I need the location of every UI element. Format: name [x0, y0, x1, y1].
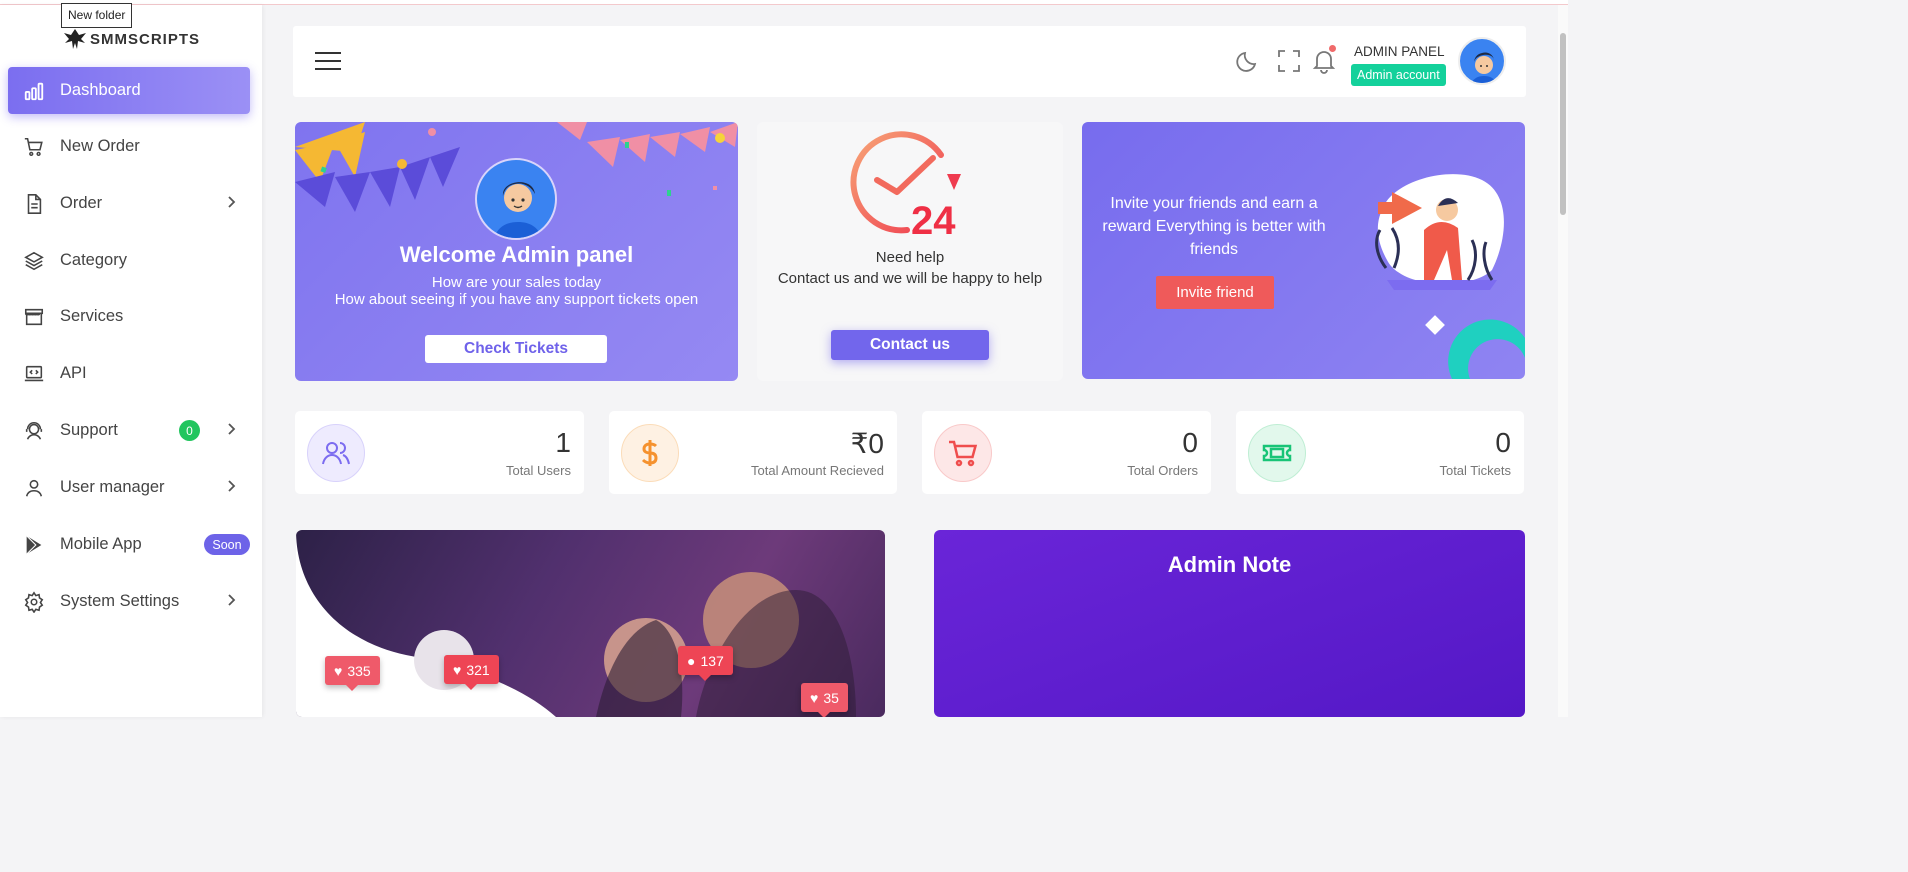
notification-dot	[1329, 45, 1336, 52]
admin-name: ADMIN PANEL	[1354, 44, 1445, 59]
sidebar: SMMSCRIPTS Dashboard New Order Order Cat…	[0, 5, 262, 717]
sidebar-item-label: System Settings	[60, 592, 180, 610]
sidebar-item-label: Services	[60, 307, 124, 325]
scrollbar-thumb[interactable]	[1560, 33, 1566, 215]
sidebar-item-label: Dashboard	[60, 81, 141, 99]
sidebar-item-label: User manager	[60, 478, 165, 496]
sidebar-item-system-settings[interactable]: System Settings	[8, 578, 250, 625]
stat-value: 0	[1182, 427, 1198, 458]
heart-icon: ♥	[453, 661, 462, 678]
laptop-code-icon	[22, 362, 46, 386]
sidebar-item-label: New Order	[60, 137, 140, 155]
ticket-icon	[1248, 424, 1306, 482]
invite-friend-button[interactable]: Invite friend	[1156, 276, 1274, 309]
welcome-title: Welcome Admin panel	[399, 242, 634, 267]
like-badge: ♥ 335	[325, 656, 380, 691]
support-count-badge: 0	[179, 420, 200, 441]
contact-us-button[interactable]: Contact us	[831, 330, 989, 360]
heart-icon: ♥	[334, 662, 343, 679]
chevron-right-icon	[228, 423, 236, 435]
sidebar-item-mobile-app[interactable]: Mobile App Soon	[8, 521, 250, 568]
photo-background-shape	[296, 530, 856, 717]
sidebar-item-services[interactable]: Services	[8, 293, 250, 340]
stat-card-total-users[interactable]: 1 Total Users	[295, 411, 584, 494]
stat-value: 0	[1495, 427, 1511, 458]
chevron-right-icon	[228, 594, 236, 606]
like-badge: ♥ 321	[444, 655, 499, 690]
sidebar-item-dashboard[interactable]: Dashboard	[8, 67, 250, 114]
gear-icon	[22, 590, 46, 614]
24-hours-support-icon: 24	[850, 131, 961, 238]
page-scrollbar[interactable]	[1558, 5, 1568, 717]
welcome-subtitle-1: How are your sales today	[431, 274, 602, 291]
store-icon	[22, 305, 46, 329]
cart-icon	[934, 424, 992, 482]
dollar-icon	[621, 424, 679, 482]
24-badge-text: 24	[911, 199, 956, 238]
invite-card: Invite your friends and earn a reward Ev…	[1082, 122, 1525, 379]
admin-note-card: Admin Note	[934, 530, 1525, 717]
welcome-card: Welcome Admin panel How are your sales t…	[295, 122, 738, 381]
user-avatar[interactable]	[1458, 37, 1506, 85]
soon-badge: Soon	[204, 534, 250, 555]
menu-toggle-icon[interactable]	[315, 51, 341, 71]
heart-icon: ♥	[810, 689, 819, 706]
stat-value: 1	[555, 427, 571, 458]
social-media-promo-image: ♥ 335 ♥ 321 ● 137 ♥ 35	[296, 530, 885, 717]
help-title: Need help	[875, 249, 945, 266]
sidebar-item-label: Support	[60, 421, 118, 439]
sidebar-item-support[interactable]: Support 0	[8, 407, 250, 454]
welcome-avatar	[475, 158, 557, 240]
welcome-subtitle-2: How about seeing if you have any support…	[334, 291, 699, 308]
top-header: ADMIN PANEL Admin account	[293, 26, 1526, 97]
sidebar-item-label: Mobile App	[60, 535, 142, 553]
megaphone-illustration	[1375, 174, 1504, 290]
stat-label: Total Tickets	[1439, 463, 1511, 478]
admin-note-title: Admin Note	[1167, 552, 1292, 577]
sidebar-item-order[interactable]: Order	[8, 180, 250, 227]
stat-label: Total Users	[505, 463, 571, 478]
fullscreen-icon[interactable]	[1276, 48, 1302, 74]
sidebar-item-api[interactable]: API	[8, 350, 250, 397]
sidebar-item-user-manager[interactable]: User manager	[8, 464, 250, 511]
stat-card-total-tickets[interactable]: 0 Total Tickets	[1236, 411, 1524, 494]
like-badge: ♥ 35	[801, 683, 848, 717]
check-tickets-button[interactable]: Check Tickets	[425, 335, 607, 363]
support-icon	[22, 419, 46, 443]
chevron-right-icon	[228, 480, 236, 492]
sidebar-item-label: Order	[60, 194, 103, 212]
user-icon	[22, 476, 46, 500]
stat-value: ₹0	[850, 428, 884, 459]
stat-label: Total Orders	[1127, 463, 1198, 478]
ring-decoration	[1425, 315, 1525, 379]
users-icon	[307, 424, 365, 482]
tooltip: New folder	[61, 3, 133, 28]
document-icon	[22, 192, 46, 216]
chevron-right-icon	[228, 196, 236, 208]
help-text: Contact us and we will be happy to help	[777, 270, 1043, 287]
follower-badge: ● 137	[678, 646, 733, 681]
brand-logo[interactable]: SMMSCRIPTS	[62, 27, 200, 51]
help-card: 24 Need help Contact us and we will be h…	[757, 122, 1063, 381]
cart-icon	[22, 135, 46, 159]
stat-card-total-amount[interactable]: ₹0 Total Amount Recieved	[609, 411, 897, 494]
eagle-logo-icon	[64, 29, 86, 49]
sidebar-item-label: Category	[60, 251, 127, 269]
invite-text: Invite your friends and earn a reward Ev…	[1102, 195, 1326, 258]
brand-name: SMMSCRIPTS	[90, 30, 201, 48]
sidebar-item-label: API	[60, 364, 87, 382]
sidebar-item-category[interactable]: Category	[8, 237, 250, 284]
dark-mode-moon-icon[interactable]	[1235, 48, 1261, 74]
play-store-icon	[22, 533, 46, 557]
layers-icon	[22, 249, 46, 273]
person-icon: ●	[687, 652, 696, 669]
admin-role-badge: Admin account	[1351, 64, 1446, 86]
bar-chart-icon	[22, 79, 46, 103]
stat-card-total-orders[interactable]: 0 Total Orders	[922, 411, 1211, 494]
stat-label: Total Amount Recieved	[751, 463, 884, 478]
sidebar-item-new-order[interactable]: New Order	[8, 123, 250, 170]
